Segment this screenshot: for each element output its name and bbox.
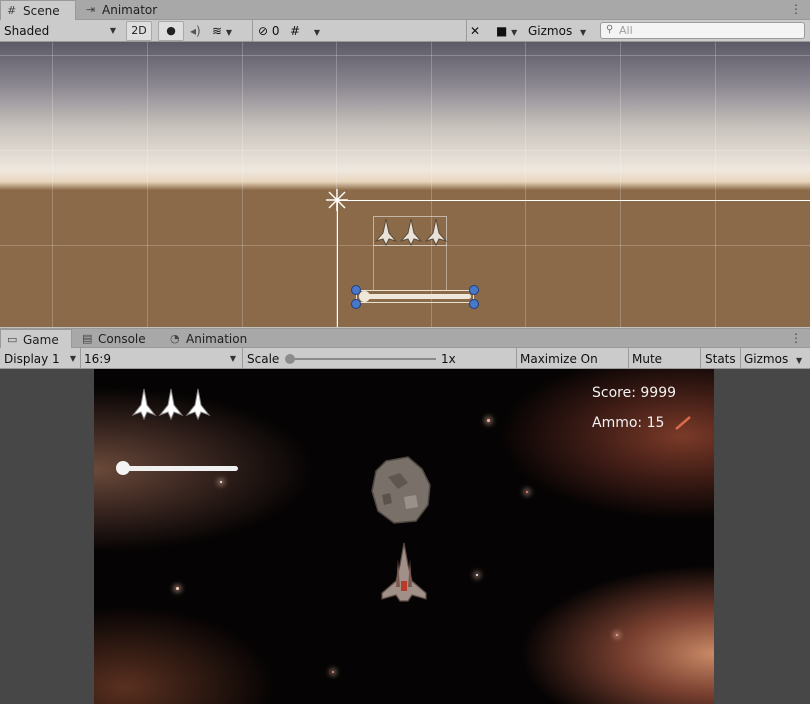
speaker-icon: ◂) [190,24,201,38]
tab-scene[interactable]: # Scene [0,0,76,20]
star [487,419,490,422]
scale-slider[interactable] [285,354,436,364]
animation-icon: ◔ [170,332,180,345]
scale-label: Scale [247,352,280,366]
audio-toggle-button[interactable]: ◂) [190,21,204,41]
thruster-slider-handle[interactable] [116,461,130,475]
scene-slider-object[interactable] [356,290,474,303]
game-tab-bar: ▭ Game ▤ Console ◔ Animation ⋮ [0,328,810,349]
scale-slider-thumb[interactable] [285,354,295,364]
star [176,587,179,590]
eye-slash-icon: ⊘ [258,24,269,38]
animator-icon: ⇥ [86,3,96,16]
dropdown-arrow-icon: ▼ [796,356,803,365]
camera-dropdown[interactable]: ■ ▼ [496,21,524,41]
star [220,481,222,483]
lives-ships-icon [374,218,448,247]
scene-search-input[interactable]: ⚲ All [600,22,805,39]
star [616,634,618,636]
grid-snap-dropdown[interactable]: # ▼ [290,21,328,41]
rect-handle[interactable] [351,299,361,309]
tab-animation[interactable]: ◔ Animation [164,329,262,349]
scene-gizmos-dropdown[interactable]: Gizmos ▼ [528,21,592,41]
dropdown-arrow-icon: ▼ [69,354,76,363]
gamepad-icon: ▭ [7,333,18,346]
ammo-laser-icon [675,416,691,430]
grid-icon: # [7,4,17,17]
console-icon: ▤ [82,332,93,345]
rect-handle[interactable] [469,285,479,295]
lighting-toggle-button[interactable]: ● [158,21,184,41]
game-panel-menu-icon[interactable]: ⋮ [790,331,802,345]
layers-icon: ≋ [212,24,223,38]
asteroid [371,456,431,524]
aspect-ratio-dropdown[interactable]: 16:9 ▼ [84,349,240,369]
maximize-on-play-toggle[interactable]: Maximize On Play [520,349,624,386]
scene-panel-menu-icon[interactable]: ⋮ [790,2,802,16]
stats-toggle[interactable]: Stats [705,349,737,369]
thruster-slider[interactable] [116,461,238,475]
camera-icon: ■ [496,24,508,38]
scene-tab-bar: # Scene ⇥ Animator ⋮ [0,0,810,20]
dropdown-arrow-icon: ▼ [511,28,518,37]
hidden-objects-toggle[interactable]: ⊘ 0 [258,21,286,41]
tab-game[interactable]: ▭ Game [0,329,72,349]
star [526,491,528,493]
game-gizmos-dropdown[interactable]: Gizmos ▼ [744,349,808,369]
lives-display [132,388,211,421]
mute-audio-toggle[interactable]: Mute Audio [632,349,698,386]
lightbulb-icon: ● [166,24,176,37]
dropdown-arrow-icon: ▼ [229,354,236,363]
tools-button[interactable]: ✕ [470,21,486,41]
rect-handle[interactable] [351,285,361,295]
star [476,574,478,576]
grid-snap-icon: # [290,24,301,38]
effects-dropdown[interactable]: ≋ ▼ [212,21,246,41]
scene-lives-object[interactable] [373,216,448,247]
player-ship [381,542,427,602]
game-canvas[interactable]: Score: 9999 Ammo: 15 [94,369,714,704]
display-dropdown[interactable]: Display 1 ▼ [4,349,78,369]
tools-icon: ✕ [470,24,481,38]
canvas-pivot-icon[interactable] [325,188,349,212]
2d-toggle-button[interactable]: 2D [126,21,152,41]
scale-value: 1x [441,352,456,366]
search-icon: ⚲ [606,24,614,35]
dropdown-arrow-icon: ▼ [225,28,233,37]
dropdown-arrow-icon: ▼ [580,28,587,37]
game-toolbar: Display 1 ▼ 16:9 ▼ Scale 1x Maximize On … [0,348,810,386]
star [332,671,334,673]
dropdown-arrow-icon: ▼ [313,28,321,37]
game-viewport: Score: 9999 Ammo: 15 [0,369,810,704]
ammo-text: Ammo: 15 [592,415,665,431]
rect-handle[interactable] [469,299,479,309]
score-text: Score: 9999 [592,385,677,401]
dropdown-arrow-icon: ▼ [109,26,116,35]
shading-mode-dropdown[interactable]: Shaded ▼ [4,21,120,41]
scene-viewport[interactable] [0,42,810,327]
scene-toolbar: Shaded ▼ 2D ● ◂) ≋ ▼ ⊘ 0 # ▼ ✕ ■ ▼ Gizmo… [0,20,810,42]
tab-animator[interactable]: ⇥ Animator [80,0,170,20]
tab-console[interactable]: ▤ Console [76,329,160,349]
